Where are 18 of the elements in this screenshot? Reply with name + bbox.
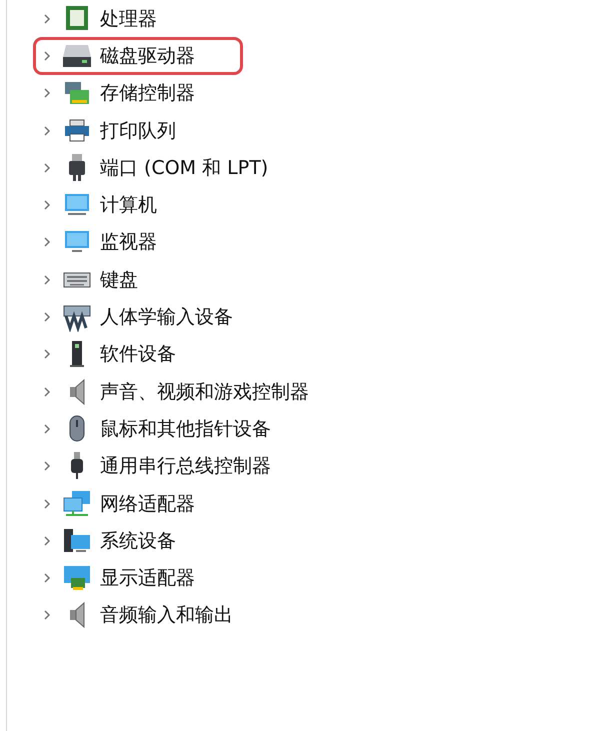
tree-item-label[interactable]: 系统设备 bbox=[100, 528, 176, 554]
tree-item-label[interactable]: 键盘 bbox=[100, 266, 138, 293]
tree-item-label[interactable]: 计算机 bbox=[100, 192, 157, 218]
tree-item-label[interactable]: 存储控制器 bbox=[100, 80, 195, 106]
tree-item-label[interactable]: 鼠标和其他指针设备 bbox=[100, 416, 271, 442]
tree-item-label[interactable]: 人体学输入设备 bbox=[100, 304, 233, 330]
tree-item-label[interactable]: 音频输入和输出 bbox=[100, 602, 233, 628]
network-icon bbox=[62, 488, 92, 518]
tree-item-label[interactable]: 通用串行总线控制器 bbox=[100, 453, 271, 480]
tree-item-label[interactable]: 磁盘驱动器 bbox=[100, 42, 195, 69]
tree-item-label[interactable]: 端口 (COM 和 LPT) bbox=[100, 154, 268, 181]
tree-item-label[interactable]: 网络适配器 bbox=[100, 490, 195, 516]
tree-item-label[interactable]: 显示适配器 bbox=[100, 565, 195, 592]
tree-item-label[interactable]: 声音、视频和游戏控制器 bbox=[100, 378, 309, 405]
tree-item-label[interactable]: 处理器 bbox=[100, 6, 157, 32]
tree-item-label[interactable]: 监视器 bbox=[100, 229, 157, 256]
tree-item-label[interactable]: 软件设备 bbox=[100, 341, 176, 368]
tree-item-label[interactable]: 打印队列 bbox=[100, 118, 176, 144]
